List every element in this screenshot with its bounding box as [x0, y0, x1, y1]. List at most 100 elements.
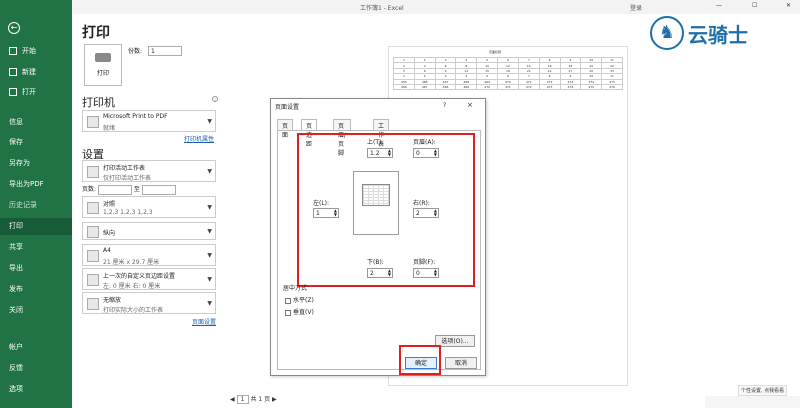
copies-input[interactable]: 1: [147, 46, 182, 56]
table-cell: 469: [455, 83, 478, 91]
window-title: 工作簿1 - Excel: [360, 5, 404, 12]
printer-icon: [95, 53, 111, 62]
table-cell: 467: [413, 83, 436, 91]
footer-margin-input[interactable]: 0 ▲ ▼: [413, 268, 439, 278]
pages-range: 页数: 至: [82, 184, 176, 195]
sidebar-item-history[interactable]: 历史记录: [0, 197, 72, 214]
sidebar-item-new[interactable]: 新建: [0, 64, 72, 81]
ok-button[interactable]: 确定: [405, 357, 437, 369]
page-count: 共 1 页: [250, 396, 271, 403]
sidebar-item-home[interactable]: 开始: [0, 43, 72, 60]
margins-select[interactable]: 上一次的自定义页边距设置 左: 0 厘米 右: 0 厘米 ▼: [82, 268, 216, 290]
chevron-down-icon: ▼: [207, 168, 212, 175]
print-scope-select[interactable]: 打印活动工作表 仅打印活动工作表 ▼: [82, 160, 216, 182]
info-icon[interactable]: i: [212, 96, 218, 102]
tab-page[interactable]: 页面: [277, 119, 294, 139]
spinner-icon[interactable]: ▲ ▼: [334, 209, 337, 217]
center-vertical-checkbox[interactable]: 垂直(V): [285, 307, 314, 316]
table-row: 466 467 468 469 470 471 472 473 474 475 476: [393, 83, 623, 91]
top-label: 上(T):: [367, 139, 384, 146]
printer-properties-link[interactable]: 打印机属性: [184, 134, 214, 143]
spinner-icon[interactable]: ▲ ▼: [434, 149, 437, 157]
title-bar: 工作簿1 - Excel 登录 — ☐ ✕: [0, 0, 800, 14]
sheet-icon: [87, 166, 99, 178]
yunqishi-logo: ♞ 云骑士: [650, 16, 770, 56]
options-button[interactable]: 选项(O)...: [435, 335, 475, 347]
page-title: 打印: [82, 25, 110, 41]
bottom-margin-input[interactable]: 2 ▲ ▼: [367, 268, 393, 278]
tooltip: 个性设置, 点我看看: [738, 385, 788, 396]
back-arrow-icon[interactable]: ←: [8, 22, 20, 34]
tab-sheet[interactable]: 工作表: [373, 119, 390, 148]
page-setup-link[interactable]: 页面设置: [192, 317, 216, 326]
sidebar-item-close[interactable]: 关闭: [0, 302, 72, 319]
spinner-icon[interactable]: ▲ ▼: [388, 269, 391, 277]
header-label: 页眉(A):: [413, 139, 436, 146]
next-page-icon[interactable]: ▶: [272, 396, 277, 403]
maximize-icon[interactable]: ☐: [752, 2, 757, 9]
sidebar-item-options[interactable]: 选项: [0, 381, 72, 398]
table-cell: 472: [517, 83, 540, 91]
help-button[interactable]: ?: [443, 102, 446, 109]
spinner-icon[interactable]: ▲ ▼: [434, 209, 437, 217]
orientation-select[interactable]: 纵向 ▼: [82, 222, 216, 240]
page-navigator: ◀ 1 共 1 页 ▶: [230, 394, 277, 404]
center-label: 居中方式: [283, 285, 308, 292]
portrait-icon: [87, 226, 99, 238]
spinner-icon[interactable]: ▲ ▼: [388, 149, 391, 157]
chevron-down-icon: ▼: [207, 228, 212, 235]
left-label: 左(L):: [313, 200, 330, 207]
table-cell: 466: [393, 83, 415, 91]
minimize-icon[interactable]: —: [716, 2, 722, 9]
dialog-title: 页面设置: [275, 104, 300, 111]
center-horizontal-checkbox[interactable]: 水平(Z): [285, 295, 314, 304]
sidebar-item-publish[interactable]: 发布: [0, 281, 72, 298]
sidebar-item-export[interactable]: 导出: [0, 260, 72, 277]
page-number[interactable]: 1: [236, 395, 249, 404]
right-label: 右(R):: [413, 200, 430, 207]
table-cell: 468: [434, 83, 457, 91]
scaling-select[interactable]: 无缩放 打印实际大小的工作表 ▼: [82, 292, 216, 314]
left-margin-input[interactable]: 1 ▲ ▼: [313, 208, 339, 218]
close-icon[interactable]: ✕: [786, 2, 791, 9]
paper-icon: [87, 250, 99, 262]
new-icon: [9, 68, 17, 76]
scaling-icon: [87, 298, 99, 310]
print-button[interactable]: 打印: [84, 44, 122, 86]
table-cell: 471: [497, 83, 519, 91]
header-margin-input[interactable]: 0 ▲ ▼: [413, 148, 439, 158]
paper-size-select[interactable]: A4 21 厘米 x 29.7 厘米 ▼: [82, 244, 216, 266]
copies-control: 份数: 1: [128, 46, 182, 56]
pages-from-input[interactable]: [97, 184, 132, 195]
table-cell: 470: [476, 83, 499, 91]
sidebar-item-feedback[interactable]: 反馈: [0, 360, 72, 377]
open-icon: [9, 88, 17, 96]
sidebar-item-save-as[interactable]: 另存为: [0, 155, 72, 172]
knight-logo-icon: ♞: [650, 16, 684, 50]
preview-table: 1 2 3 4 5 6 7 8 9 10 11 2 4 6 8 10 12 14 16 18 20 22 3 6 9 12 15 18…: [393, 56, 623, 91]
collate-icon: [87, 202, 99, 214]
sidebar-item-open[interactable]: 打开: [0, 84, 72, 101]
sidebar-item-save[interactable]: 保存: [0, 134, 72, 151]
sidebar-item-account[interactable]: 帐户: [0, 339, 72, 356]
sidebar-item-export-pdf[interactable]: 导出为PDF: [0, 176, 72, 193]
sidebar-item-print[interactable]: 打印: [0, 218, 72, 235]
sidebar-item-share[interactable]: 共享: [0, 239, 72, 256]
collate-select[interactable]: 对照 1,2,3 1,2,3 1,2,3 ▼: [82, 196, 216, 218]
login-link[interactable]: 登录: [630, 3, 642, 12]
home-icon: [9, 47, 17, 55]
preview-caption: 页面标题: [489, 50, 502, 54]
spinner-icon[interactable]: ▲ ▼: [434, 269, 437, 277]
cancel-button[interactable]: 取消: [445, 357, 477, 369]
sidebar-item-info[interactable]: 信息: [0, 114, 72, 131]
prev-page-icon[interactable]: ◀: [230, 396, 235, 403]
printer-select[interactable]: Microsoft Print to PDF 就绪 ▼: [82, 110, 216, 132]
page-preview-icon: [353, 171, 399, 235]
system-tray: [705, 396, 800, 408]
margins-icon: [87, 274, 99, 286]
dialog-close-button[interactable]: ×: [467, 101, 473, 109]
tab-header-footer[interactable]: 页眉/页脚: [333, 119, 352, 157]
pages-to-input[interactable]: [141, 184, 176, 195]
top-margin-input[interactable]: 1.2 ▲ ▼: [367, 148, 393, 158]
right-margin-input[interactable]: 2 ▲ ▼: [413, 208, 439, 218]
